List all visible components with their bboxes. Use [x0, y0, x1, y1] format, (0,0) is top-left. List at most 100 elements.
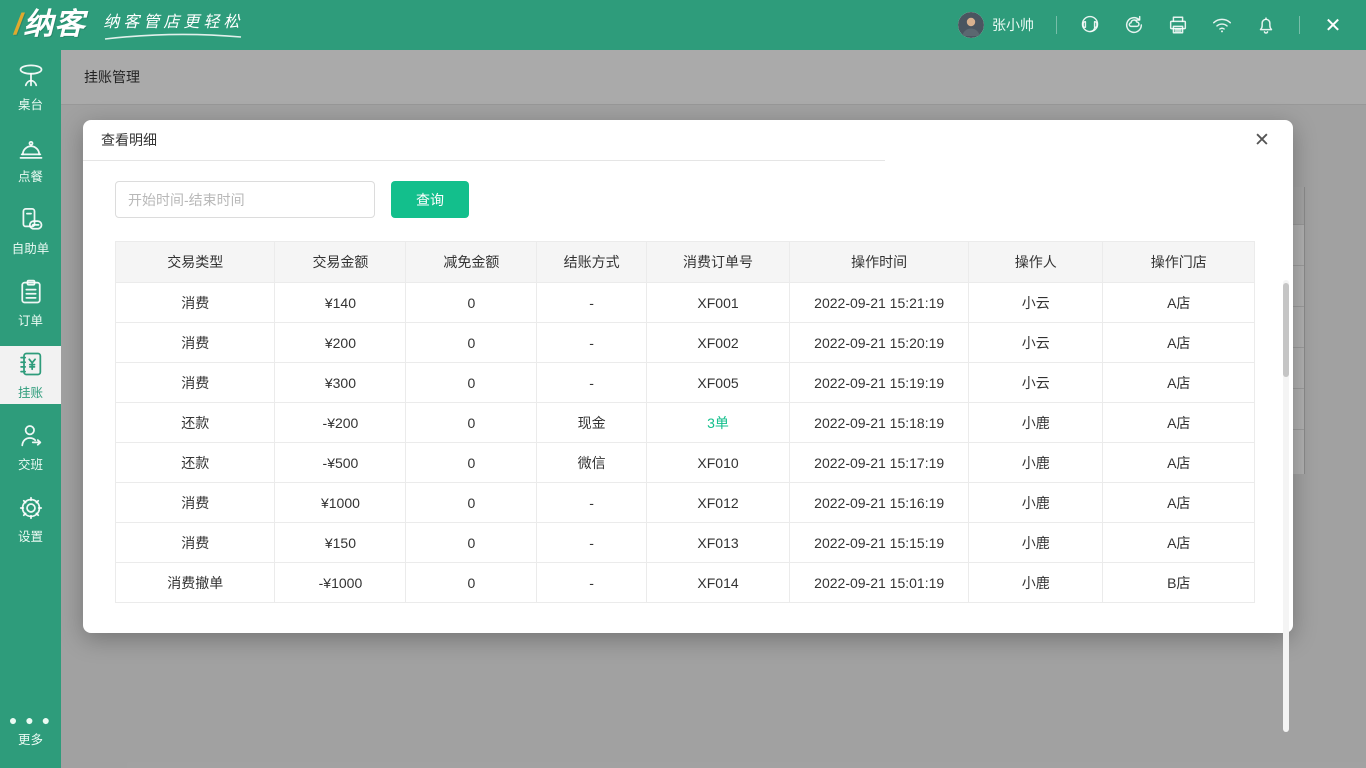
table-cell: A店 — [1103, 483, 1255, 523]
sidebar-item-selfservice[interactable]: 自助单 — [0, 202, 61, 260]
table-cell: - — [537, 563, 646, 603]
table-cell: A店 — [1103, 323, 1255, 363]
table-cell: XF014 — [646, 563, 790, 603]
printer-icon[interactable] — [1167, 14, 1189, 36]
detail-table-body: 消费¥1400-XF0012022-09-21 15:21:19小云A店消费¥2… — [116, 283, 1255, 603]
sidebar-item-shift[interactable]: 交班 — [0, 418, 61, 476]
avatar — [958, 12, 984, 38]
table-cell: A店 — [1103, 443, 1255, 483]
sidebar-item-credit[interactable]: 挂账 — [0, 346, 61, 404]
sidebar-item-more[interactable]: ● ● ● 更多 — [0, 702, 61, 760]
table-row: 消费¥1500-XF0132022-09-21 15:15:19小鹿A店 — [116, 523, 1255, 563]
table-cell: 小云 — [969, 323, 1103, 363]
cloche-icon — [17, 134, 45, 162]
table-cell: 0 — [406, 483, 537, 523]
topbar-divider — [1056, 16, 1057, 34]
topbar-divider — [1299, 16, 1300, 34]
table-cell: 还款 — [116, 403, 275, 443]
table-cell: A店 — [1103, 523, 1255, 563]
table-cell: 消费 — [116, 483, 275, 523]
table-icon — [17, 62, 45, 90]
table-cell: ¥200 — [275, 323, 406, 363]
column-header: 消费订单号 — [646, 242, 790, 283]
modal-header: 查看明细 ✕ — [83, 120, 1293, 160]
header-row: 交易类型交易金额减免金额结账方式消费订单号操作时间操作人操作门店 — [116, 242, 1255, 283]
modal-close-icon[interactable]: ✕ — [1249, 127, 1275, 153]
table-row: 还款-¥5000微信XF0102022-09-21 15:17:19小鹿A店 — [116, 443, 1255, 483]
column-header: 操作门店 — [1103, 242, 1255, 283]
sidebar: 桌台 点餐 自助单 订单 挂账 交班 设置 ● ● ● 更多 — [0, 50, 61, 768]
sidebar-item-tables[interactable]: 桌台 — [0, 58, 61, 116]
table-cell: XF002 — [646, 323, 790, 363]
filter-row: 查询 — [115, 181, 1255, 218]
table-cell: -¥500 — [275, 443, 406, 483]
table-cell: XF010 — [646, 443, 790, 483]
table-cell: 还款 — [116, 443, 275, 483]
table-cell: - — [537, 323, 646, 363]
modal-body: 查询 交易类型交易金额减免金额结账方式消费订单号操作时间操作人操作门店 消费¥1… — [83, 160, 1293, 603]
table-cell: 消费 — [116, 323, 275, 363]
table-cell: 0 — [406, 323, 537, 363]
table-cell: 0 — [406, 443, 537, 483]
sidebar-item-orders[interactable]: 订单 — [0, 274, 61, 332]
table-cell: ¥1000 — [275, 483, 406, 523]
table-cell: 消费 — [116, 363, 275, 403]
modal-scrollbar[interactable] — [1283, 280, 1289, 732]
user-chip[interactable]: 张小帅 — [958, 12, 1034, 38]
query-button[interactable]: 查询 — [391, 181, 469, 218]
table-cell: 小鹿 — [969, 483, 1103, 523]
table-cell: - — [537, 283, 646, 323]
slogan: 纳客管店更轻松 — [103, 8, 243, 41]
date-range-input[interactable] — [115, 181, 375, 218]
wifi-icon[interactable] — [1211, 14, 1233, 36]
table-cell: 0 — [406, 523, 537, 563]
table-cell: A店 — [1103, 403, 1255, 443]
table-cell: 消费撤单 — [116, 563, 275, 603]
shift-change-icon — [17, 422, 45, 450]
app-close-icon[interactable]: ✕ — [1322, 14, 1344, 36]
table-cell: 2022-09-21 15:18:19 — [790, 403, 969, 443]
notification-bell-icon[interactable] — [1255, 14, 1277, 36]
topbar: /纳客 纳客管店更轻松 张小帅 ✕ — [0, 0, 1366, 50]
table-cell: -¥200 — [275, 403, 406, 443]
table-cell: 小云 — [969, 363, 1103, 403]
user-name: 张小帅 — [992, 15, 1034, 35]
table-cell: 0 — [406, 403, 537, 443]
table-row: 消费¥1400-XF0012022-09-21 15:21:19小云A店 — [116, 283, 1255, 323]
table-cell: 小鹿 — [969, 403, 1103, 443]
table-cell: A店 — [1103, 363, 1255, 403]
table-row: 还款-¥2000现金3单2022-09-21 15:18:19小鹿A店 — [116, 403, 1255, 443]
modal-title: 查看明细 — [101, 130, 157, 150]
slogan-underline — [103, 33, 243, 41]
table-row: 消费¥3000-XF0052022-09-21 15:19:19小云A店 — [116, 363, 1255, 403]
table-row: 消费撤单-¥10000-XF0142022-09-21 15:01:19小鹿B店 — [116, 563, 1255, 603]
app-logo: /纳客 纳客管店更轻松 — [0, 4, 243, 46]
column-header: 减免金额 — [406, 242, 537, 283]
detail-table-head: 交易类型交易金额减免金额结账方式消费订单号操作时间操作人操作门店 — [116, 242, 1255, 283]
table-cell: ¥300 — [275, 363, 406, 403]
modal-header-divider — [83, 160, 885, 161]
scrollbar-thumb[interactable] — [1283, 283, 1289, 377]
table-cell: XF012 — [646, 483, 790, 523]
order-count-link[interactable]: 3单 — [646, 403, 790, 443]
view-detail-modal: 查看明细 ✕ 查询 交易类型交易金额减免金额结账方式消费订单号操作时间操作人操作… — [83, 120, 1293, 633]
table-cell: ¥150 — [275, 523, 406, 563]
table-cell: XF001 — [646, 283, 790, 323]
sync-icon[interactable] — [1123, 14, 1145, 36]
sidebar-item-ordering[interactable]: 点餐 — [0, 130, 61, 188]
table-cell: 2022-09-21 15:16:19 — [790, 483, 969, 523]
table-cell: 2022-09-21 15:20:19 — [790, 323, 969, 363]
table-cell: 消费 — [116, 283, 275, 323]
table-row: 消费¥10000-XF0122022-09-21 15:16:19小鹿A店 — [116, 483, 1255, 523]
clipboard-icon — [17, 278, 45, 306]
sidebar-item-settings[interactable]: 设置 — [0, 490, 61, 548]
selfservice-order-icon — [17, 206, 45, 234]
detail-table: 交易类型交易金额减免金额结账方式消费订单号操作时间操作人操作门店 消费¥1400… — [115, 241, 1255, 603]
column-header: 操作时间 — [790, 242, 969, 283]
table-cell: - — [537, 483, 646, 523]
support-headset-icon[interactable] — [1079, 14, 1101, 36]
table-cell: XF013 — [646, 523, 790, 563]
credit-ledger-icon — [17, 350, 45, 378]
table-cell: A店 — [1103, 283, 1255, 323]
column-header: 交易金额 — [275, 242, 406, 283]
